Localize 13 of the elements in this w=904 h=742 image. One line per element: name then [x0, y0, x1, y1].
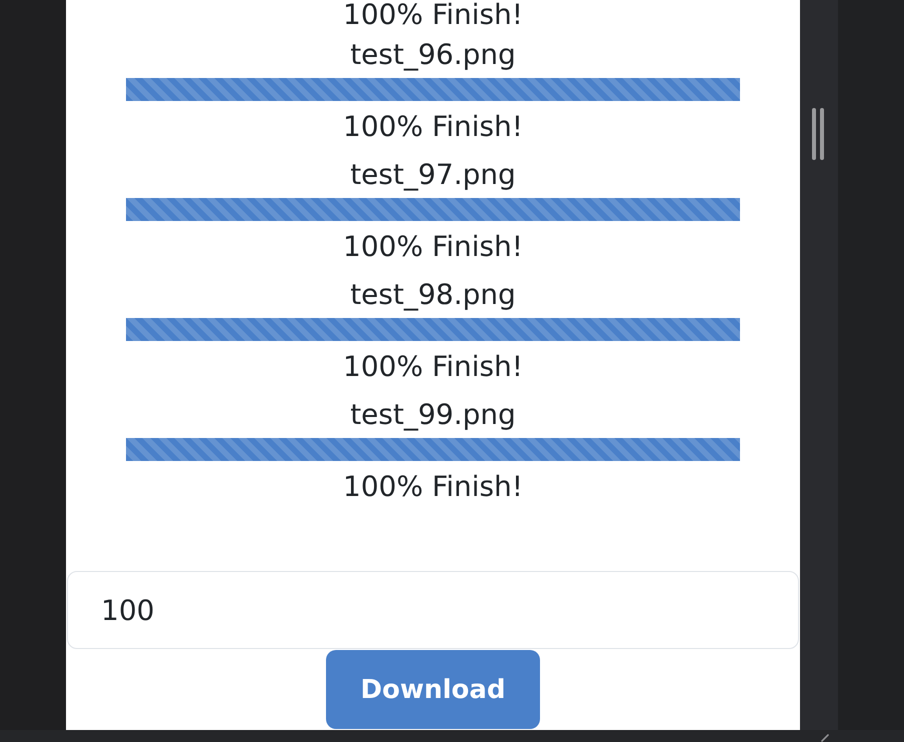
file-name: test_98.png	[350, 277, 516, 313]
status-text: 100% Finish!	[343, 349, 523, 385]
drag-handle-icon[interactable]	[812, 108, 824, 160]
resize-grip-icon[interactable]	[821, 734, 829, 742]
status-text: 100% Finish!	[343, 229, 523, 265]
status-text: 100% Finish!	[343, 469, 523, 505]
status-text: 100% Finish!	[343, 0, 523, 29]
file-name: test_99.png	[350, 397, 516, 433]
file-name: test_97.png	[350, 157, 516, 193]
file-name: test_96.png	[350, 37, 516, 73]
download-button[interactable]: Download	[326, 650, 540, 729]
number-field[interactable]: 100	[67, 571, 799, 649]
status-text: 100% Finish!	[343, 109, 523, 145]
